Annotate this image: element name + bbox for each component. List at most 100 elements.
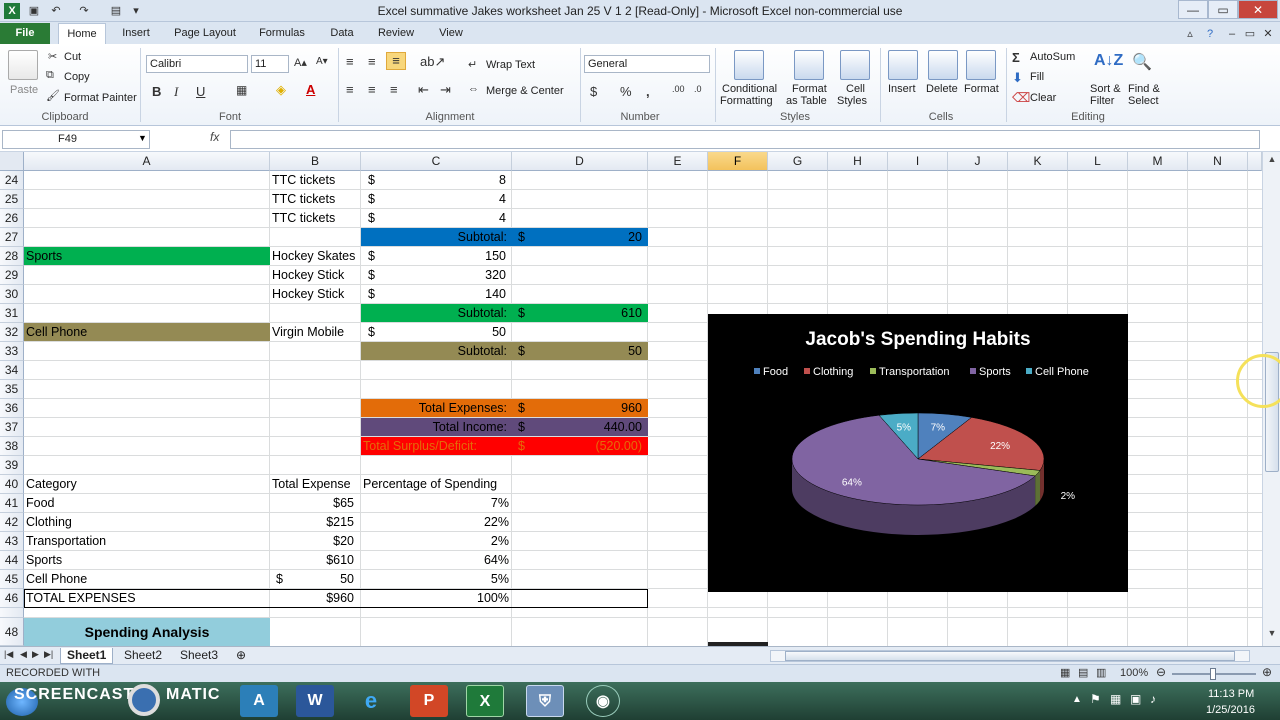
cell-c28[interactable]: 150 xyxy=(386,247,508,265)
taskbar-excel-icon[interactable]: X xyxy=(466,685,504,717)
taskbar-word-icon[interactable]: W xyxy=(296,685,334,717)
underline-icon[interactable]: U xyxy=(196,84,205,99)
cell-b46[interactable]: $960 xyxy=(270,589,356,607)
workbook-restore-icon[interactable]: ▭ xyxy=(1242,26,1258,42)
taskbar-app-a-icon[interactable]: A xyxy=(240,685,278,717)
tray-flag-icon[interactable]: ⚑ xyxy=(1090,692,1101,706)
cell-d38[interactable]: (520.00) xyxy=(536,437,644,455)
fill-button[interactable]: Fill xyxy=(1030,71,1044,83)
tray-volume-icon[interactable]: ♪ xyxy=(1150,692,1156,706)
tab-home[interactable]: Home xyxy=(58,23,106,44)
cell-b30[interactable]: Hockey Stick xyxy=(270,285,361,303)
name-box[interactable]: F49 xyxy=(2,130,150,149)
orientation-icon[interactable]: ab↗ xyxy=(420,54,445,70)
cell-b25[interactable]: TTC tickets xyxy=(270,190,361,208)
row-header-42[interactable]: 42 xyxy=(0,513,24,532)
row-header-30[interactable]: 30 xyxy=(0,285,24,304)
tray-network-icon[interactable]: ▦ xyxy=(1110,692,1121,706)
sort-filter-label-1[interactable]: Sort & xyxy=(1090,83,1121,95)
format-as-table-label-1[interactable]: Format xyxy=(792,83,827,95)
paste-icon[interactable] xyxy=(8,50,38,80)
cell-b41[interactable]: $65 xyxy=(270,494,356,512)
cell-styles-label-2[interactable]: Styles xyxy=(837,95,867,107)
workbook-minimize-icon[interactable]: – xyxy=(1224,26,1240,42)
conditional-formatting-label-1[interactable]: Conditional xyxy=(722,83,777,95)
cell-c25[interactable]: 4 xyxy=(386,190,508,208)
sheet-nav-next-icon[interactable]: ▶ xyxy=(32,649,39,660)
cell-a32[interactable]: Cell Phone xyxy=(24,323,270,341)
conditional-formatting-label-2[interactable]: Formatting xyxy=(720,95,773,107)
row-header-37[interactable]: 37 xyxy=(0,418,24,437)
spending-pie-chart[interactable]: Jacob's Spending Habits Food Clothing Tran… xyxy=(708,314,1128,592)
column-header-n[interactable]: N xyxy=(1188,152,1248,171)
minimize-button[interactable]: — xyxy=(1178,0,1208,19)
increase-indent-icon[interactable]: ⇥ xyxy=(440,82,451,98)
column-header-k[interactable]: K xyxy=(1008,152,1068,171)
sort-filter-label-2[interactable]: Filter xyxy=(1090,95,1114,107)
cell-a46[interactable]: TOTAL EXPENSES xyxy=(24,589,270,607)
wrap-text-button[interactable]: Wrap Text xyxy=(486,59,535,71)
cell-b26[interactable]: TTC tickets xyxy=(270,209,361,227)
column-header-c[interactable]: C xyxy=(361,152,512,171)
column-header-d[interactable]: D xyxy=(512,152,648,171)
row-header-43[interactable]: 43 xyxy=(0,532,24,551)
align-center-icon[interactable]: ≡ xyxy=(368,82,376,97)
increase-decimal-icon[interactable]: .00 xyxy=(672,84,685,94)
cell-c41[interactable]: 7% xyxy=(361,494,511,512)
tab-file[interactable]: File xyxy=(0,23,50,44)
decrease-decimal-icon[interactable]: .0 xyxy=(694,84,702,94)
autosum-button[interactable]: AutoSum xyxy=(1030,51,1075,63)
row-header-32[interactable]: 32 xyxy=(0,323,24,342)
horizontal-scroll-thumb[interactable] xyxy=(785,651,1235,661)
format-as-table-label-2[interactable]: as Table xyxy=(786,95,827,107)
row-header-34[interactable]: 34 xyxy=(0,361,24,380)
font-size-select[interactable]: 11 xyxy=(251,55,289,73)
scroll-down-icon[interactable]: ▼ xyxy=(1265,628,1279,642)
format-cells-icon[interactable] xyxy=(966,50,996,80)
cell-a41[interactable]: Food xyxy=(24,494,270,512)
cell-d31[interactable]: 610 xyxy=(536,304,644,322)
sheet-tab-sheet3[interactable]: Sheet3 xyxy=(174,648,224,664)
cell-c24[interactable]: 8 xyxy=(386,171,508,189)
font-color-icon[interactable]: A xyxy=(306,82,315,97)
row-header-33[interactable]: 33 xyxy=(0,342,24,361)
maximize-button[interactable]: ▭ xyxy=(1208,0,1238,19)
cell-c31[interactable]: Subtotal: xyxy=(361,304,509,322)
cut-button[interactable]: Cut xyxy=(64,51,81,63)
taskbar-recorder-icon[interactable]: ◉ xyxy=(586,685,620,717)
column-header-f[interactable]: F xyxy=(708,152,768,171)
conditional-formatting-icon[interactable] xyxy=(734,50,764,80)
currency-button[interactable]: $ xyxy=(590,84,597,99)
grow-font-icon[interactable]: A▴ xyxy=(294,56,307,69)
column-header-i[interactable]: I xyxy=(888,152,948,171)
zoom-in-icon[interactable]: ⊕ xyxy=(1262,665,1272,679)
insert-function-button[interactable]: fx xyxy=(210,130,219,144)
taskbar-security-icon[interactable]: ⛨ xyxy=(526,685,564,717)
tab-page-layout[interactable]: Page Layout xyxy=(170,23,240,44)
zoom-out-icon[interactable]: ⊖ xyxy=(1156,665,1166,679)
scroll-up-icon[interactable]: ▲ xyxy=(1265,154,1279,168)
row-header-26[interactable]: 26 xyxy=(0,209,24,228)
italic-icon[interactable]: I xyxy=(174,84,178,100)
cell-b32[interactable]: Virgin Mobile xyxy=(270,323,361,341)
row-header-28[interactable]: 28 xyxy=(0,247,24,266)
find-select-label-1[interactable]: Find & xyxy=(1128,83,1160,95)
insert-cells-button[interactable]: Insert xyxy=(888,83,916,95)
taskbar-ie-icon[interactable]: e xyxy=(352,685,390,717)
borders-icon[interactable]: ▦ xyxy=(236,83,247,97)
formula-input[interactable] xyxy=(230,130,1260,149)
select-all-corner[interactable] xyxy=(0,152,24,171)
cell-styles-icon[interactable] xyxy=(840,50,870,80)
workbook-close-icon[interactable]: ✕ xyxy=(1260,26,1276,42)
number-format-select[interactable]: General xyxy=(584,55,710,73)
cell-b28[interactable]: Hockey Skates xyxy=(270,247,361,265)
row-header-24[interactable]: 24 xyxy=(0,171,24,190)
cell-d36[interactable]: 960 xyxy=(536,399,644,417)
align-bottom-icon[interactable]: ≡ xyxy=(386,52,406,70)
column-header-a[interactable]: A xyxy=(24,152,270,171)
percent-button[interactable]: % xyxy=(620,84,632,99)
column-header-e[interactable]: E xyxy=(648,152,708,171)
row-header-48[interactable]: 48 xyxy=(0,618,24,646)
tray-show-hidden-icon[interactable]: ▲ xyxy=(1072,694,1082,705)
sheet-tab-sheet2[interactable]: Sheet2 xyxy=(118,648,168,664)
